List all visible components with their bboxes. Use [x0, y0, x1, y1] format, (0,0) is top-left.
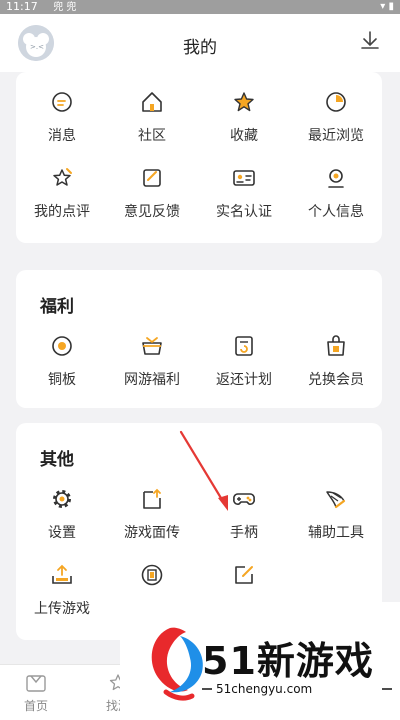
coin-icon: [52, 336, 72, 356]
upload-game-item[interactable]: 上传游戏: [16, 563, 108, 623]
realname-label: 实名认证: [216, 204, 272, 220]
message-label: 消息: [48, 128, 76, 144]
nav-home[interactable]: 首页: [6, 673, 66, 714]
gamepad-icon: [233, 493, 255, 505]
review-icon: [53, 168, 72, 186]
realname-item[interactable]: 实名认证: [198, 166, 290, 226]
profile-label: 个人信息: [308, 204, 364, 220]
community-item[interactable]: 社区: [106, 90, 198, 150]
assist-tools-item[interactable]: 辅助工具: [290, 487, 382, 547]
status-indicators: 兜 兜: [53, 2, 77, 13]
vip-bag-icon: [327, 335, 345, 356]
history-item[interactable]: 最近浏览: [290, 90, 382, 150]
game-transfer-label: 游戏面传: [124, 525, 180, 541]
gamepad-item[interactable]: 手柄: [198, 487, 290, 547]
coin-label: 铜板: [48, 372, 76, 388]
favorites-label: 收藏: [230, 128, 258, 144]
edit-icon: [235, 566, 253, 584]
home-nav-icon: [26, 675, 46, 692]
welfare-card: 福利 铜板 网游福利 返还计划 兑换会员: [16, 270, 382, 408]
game-transfer-item[interactable]: 游戏面传: [106, 487, 198, 547]
assist-tools-label: 辅助工具: [308, 525, 364, 541]
profile-item[interactable]: 个人信息: [290, 166, 382, 226]
upload-game-label: 上传游戏: [34, 601, 90, 617]
refund-icon: [235, 336, 253, 356]
game-welfare-label: 网游福利: [124, 372, 180, 388]
wing-icon: [326, 491, 346, 509]
feedback-icon: [143, 169, 161, 187]
coin-item[interactable]: 铜板: [16, 334, 108, 394]
wifi-battery-icon: ▾ ▮: [380, 1, 394, 12]
review-item[interactable]: 我的点评: [16, 166, 108, 226]
history-icon: [326, 92, 346, 112]
feedback-label: 意见反馈: [124, 204, 180, 220]
gift-box-icon: [142, 337, 162, 355]
game-welfare-item[interactable]: 网游福利: [106, 334, 198, 394]
watermark-brand: 51新游戏: [202, 639, 374, 683]
book-icon: [141, 564, 163, 586]
upload-file-icon: [143, 488, 161, 509]
review-label: 我的点评: [34, 204, 90, 220]
gamepad-label: 手柄: [230, 525, 258, 541]
refund-label: 返还计划: [216, 372, 272, 388]
upload-tray-icon: [52, 564, 72, 584]
welfare-title: 福利: [40, 297, 74, 317]
page-title: 我的: [183, 38, 217, 58]
profile-icon: [328, 169, 344, 188]
message-icon: [52, 92, 72, 112]
download-button[interactable]: [358, 28, 382, 52]
download-icon: [361, 31, 379, 49]
home-icon: [142, 92, 162, 112]
history-label: 最近浏览: [308, 128, 364, 144]
community-label: 社区: [138, 128, 166, 144]
star-icon: [234, 92, 254, 112]
status-time: 11:17: [6, 0, 38, 13]
watermark: 51新游戏 51chengyu.com: [120, 602, 400, 720]
watermark-url: 51chengyu.com: [216, 682, 313, 696]
others-title: 其他: [40, 450, 74, 470]
favorites-item[interactable]: 收藏: [198, 90, 290, 150]
vip-exchange-item[interactable]: 兑换会员: [290, 334, 382, 394]
account-card: 消息 社区 收藏 最近浏览 我的点评 意见反馈 实名认证 个人信息: [16, 72, 382, 243]
gear-icon: [53, 490, 71, 508]
id-card-icon: [233, 170, 255, 186]
settings-item[interactable]: 设置: [16, 487, 108, 547]
feedback-item[interactable]: 意见反馈: [106, 166, 198, 226]
message-item[interactable]: 消息: [16, 90, 108, 150]
top-bar: >.< 我的: [0, 14, 400, 72]
refund-item[interactable]: 返还计划: [198, 334, 290, 394]
nav-home-label: 首页: [23, 699, 48, 713]
settings-label: 设置: [48, 525, 76, 541]
status-bar: 11:17 兜 兜 ▾ ▮: [0, 0, 400, 14]
vip-exchange-label: 兑换会员: [308, 372, 364, 388]
